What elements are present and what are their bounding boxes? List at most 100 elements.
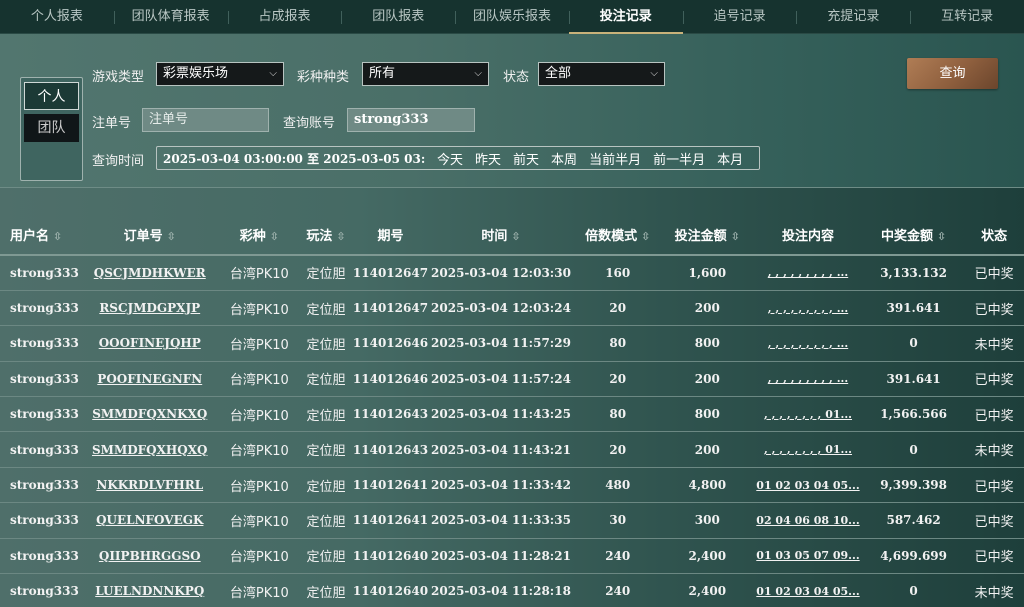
order-number-link[interactable]: POOFINEGNFN: [79, 361, 220, 398]
column-header-lottery[interactable]: 彩种 ⇳: [219, 215, 300, 256]
quick-range-today[interactable]: 今天: [437, 149, 463, 168]
order-number-link[interactable]: SMMDFQXHQXQ: [79, 431, 220, 468]
amount-cell: 1,600: [661, 255, 754, 291]
prize-cell: 4,699.699: [862, 538, 965, 575]
tab-share-report[interactable]: 占成报表: [227, 0, 342, 34]
table-row: strong333 QSCJMDHKWER 台湾PK10 定位胆 114012647 20…: [0, 255, 1024, 291]
account-input[interactable]: strong333: [347, 108, 475, 132]
column-header-content: 投注内容: [753, 215, 863, 256]
amount-cell: 300: [661, 502, 754, 539]
column-header-user[interactable]: 用户名 ⇳: [0, 215, 80, 256]
order-number-link[interactable]: QIIPBHRGGSO: [79, 538, 220, 575]
tab-personal-report[interactable]: 个人报表: [0, 0, 114, 34]
quick-range-this-month[interactable]: 本月: [717, 149, 743, 168]
prize-cell: 0: [862, 431, 965, 468]
order-number-link[interactable]: RSCJMDGPXJP: [79, 290, 220, 327]
order-no-label: 注单号: [92, 116, 132, 131]
tab-team-entertainment-report[interactable]: 团队娱乐报表: [455, 0, 569, 34]
bet-content-link[interactable]: , , , , , , , , 01...: [753, 396, 863, 433]
status-select[interactable]: 全部 ⌵: [538, 62, 665, 86]
bet-content-link[interactable]: , , , , , , , , 01...: [753, 431, 863, 468]
quick-range-day-before[interactable]: 前天: [513, 149, 539, 168]
bet-content-link[interactable]: , , , , , , , , , ...: [753, 325, 863, 362]
time-cell: 2025-03-04 12:03:24: [428, 290, 574, 327]
quick-range-this-week[interactable]: 本周: [551, 149, 577, 168]
issue-cell: 114012643: [352, 431, 429, 468]
scope-personal-button[interactable]: 个人: [24, 82, 79, 110]
quick-range-previous-half-month[interactable]: 前一半月: [653, 149, 705, 168]
tab-transfer-records[interactable]: 互转记录: [910, 0, 1024, 34]
quick-range-current-half-month[interactable]: 当前半月: [589, 149, 641, 168]
report-tabs: 个人报表 团队体育报表 占成报表 团队报表 团队娱乐报表 投注记录 追号记录 充…: [0, 0, 1024, 34]
bet-content-link[interactable]: 01 03 05 07 09...: [753, 538, 863, 575]
column-header-multiple[interactable]: 倍数模式 ⇳: [573, 215, 662, 256]
sort-icon: ⇳: [511, 230, 521, 243]
chevron-down-icon: ⌵: [650, 68, 658, 79]
column-header-amount[interactable]: 投注金额 ⇳: [661, 215, 754, 256]
amount-cell: 200: [661, 431, 754, 468]
order-no-input[interactable]: 注单号: [142, 108, 269, 132]
lottery-cell: 台湾PK10: [219, 502, 300, 539]
amount-cell: 200: [661, 290, 754, 327]
amount-cell: 2,400: [661, 573, 754, 607]
tab-bet-records[interactable]: 投注记录: [568, 0, 683, 34]
search-button[interactable]: 查询: [907, 58, 998, 89]
prize-cell: 391.641: [862, 361, 965, 398]
user-cell: strong333: [0, 502, 80, 539]
order-number-link[interactable]: QSCJMDHKWER: [79, 255, 220, 291]
sort-icon: ⇳: [269, 230, 279, 243]
bet-content-link[interactable]: , , , , , , , , , ...: [753, 290, 863, 327]
time-range-input[interactable]: 2025-03-04 03:00:00 至 2025-03-05 03:00:0…: [157, 150, 425, 167]
column-header-play[interactable]: 玩法 ⇳: [299, 215, 353, 256]
play-cell: 定位胆: [299, 325, 353, 362]
order-number-link[interactable]: SMMDFQXNKXQ: [79, 396, 220, 433]
column-header-prize[interactable]: 中奖金额 ⇳: [862, 215, 965, 256]
tab-deposit-withdraw-records[interactable]: 充提记录: [796, 0, 910, 34]
status-cell: 已中奖: [964, 502, 1024, 539]
multiple-cell: 80: [573, 396, 662, 433]
column-header-order[interactable]: 订单号 ⇳: [79, 215, 220, 256]
sort-icon: ⇳: [336, 230, 346, 243]
time-cell: 2025-03-04 11:33:35: [428, 502, 574, 539]
bet-content-link[interactable]: 01 02 03 04 05...: [753, 467, 863, 504]
multiple-cell: 80: [573, 325, 662, 362]
play-cell: 定位胆: [299, 502, 353, 539]
lottery-cell: 台湾PK10: [219, 325, 300, 362]
sort-icon: ⇳: [937, 230, 947, 243]
time-range-bar: 2025-03-04 03:00:00 至 2025-03-05 03:00:0…: [156, 146, 760, 170]
prize-cell: 391.641: [862, 290, 965, 327]
amount-cell: 200: [661, 361, 754, 398]
time-cell: 2025-03-04 11:33:42: [428, 467, 574, 504]
scope-team-button[interactable]: 团队: [24, 114, 79, 142]
tab-team-report[interactable]: 团队报表: [341, 0, 455, 34]
bet-content-link[interactable]: 01 02 03 04 05...: [753, 573, 863, 607]
play-cell: 定位胆: [299, 361, 353, 398]
table-row: strong333 SMMDFQXHQXQ 台湾PK10 定位胆 114012643 20…: [0, 431, 1024, 468]
bet-content-link[interactable]: 02 04 06 08 10...: [753, 502, 863, 539]
issue-cell: 114012643: [352, 396, 429, 433]
user-cell: strong333: [0, 325, 80, 362]
table-header-row: 用户名 ⇳ 订单号 ⇳ 彩种 ⇳ 玩法 ⇳ 期号 时间 ⇳ 倍数模式 ⇳ 投注金额 ⇳ 投注内…: [0, 215, 1024, 256]
quick-range-yesterday[interactable]: 昨天: [475, 149, 501, 168]
order-number-link[interactable]: OOOFINEJQHP: [79, 325, 220, 362]
tab-chase-records[interactable]: 追号记录: [682, 0, 797, 34]
game-type-select[interactable]: 彩票娱乐场 ⌵: [156, 62, 284, 86]
order-number-link[interactable]: QUELNFOVEGK: [79, 502, 220, 539]
play-cell: 定位胆: [299, 573, 353, 607]
tab-team-sports-report[interactable]: 团队体育报表: [113, 0, 228, 34]
bet-content-link[interactable]: , , , , , , , , , ...: [753, 361, 863, 398]
prize-cell: 3,133.132: [862, 255, 965, 291]
order-number-link[interactable]: NKKRDLVFHRL: [79, 467, 220, 504]
order-number-link[interactable]: LUELNDNNKPQ: [79, 573, 220, 607]
account-label: 查询账号: [283, 116, 336, 131]
time-cell: 2025-03-04 12:03:30: [428, 255, 574, 291]
prize-cell: 0: [862, 325, 965, 362]
lottery-kind-select[interactable]: 所有 ⌵: [362, 62, 489, 86]
column-header-time[interactable]: 时间 ⇳: [428, 215, 574, 256]
issue-cell: 114012647: [352, 255, 429, 291]
bet-content-link[interactable]: , , , , , , , , , ...: [753, 255, 863, 291]
user-cell: strong333: [0, 467, 80, 504]
multiple-cell: 240: [573, 538, 662, 575]
issue-cell: 114012646: [352, 325, 429, 362]
play-cell: 定位胆: [299, 396, 353, 433]
